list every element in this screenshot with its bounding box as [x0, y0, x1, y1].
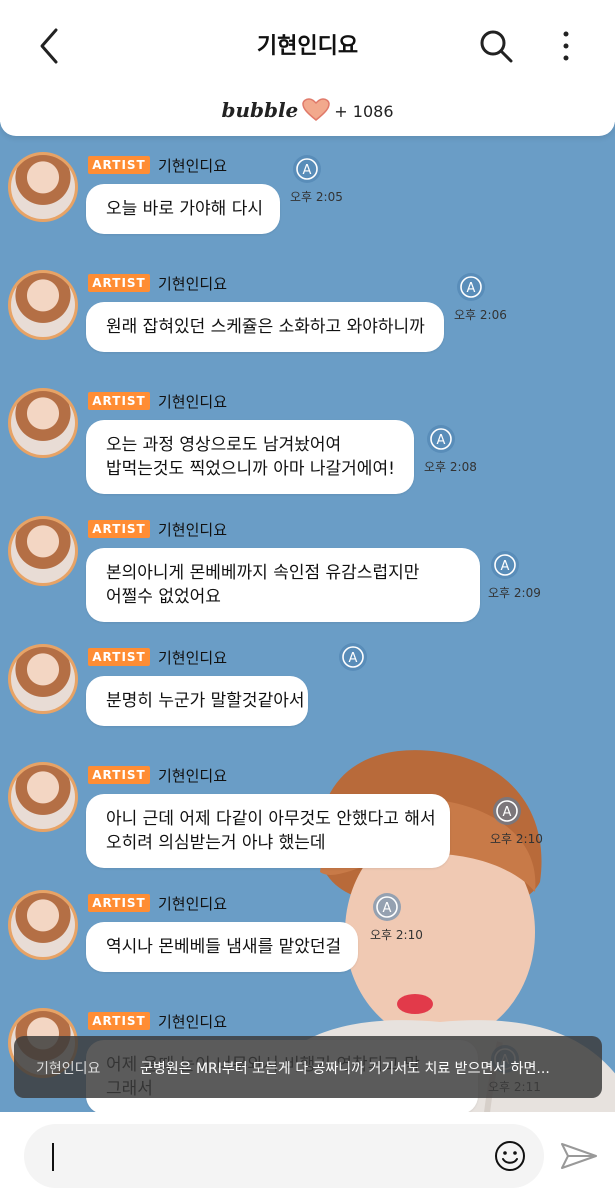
- translate-icon[interactable]: A: [492, 796, 522, 826]
- avatar[interactable]: [8, 890, 78, 960]
- message-row: ARTIST 기현인디요원래 잡혀있던 스케쥴은 소화하고 와야하니까 A 오후 2:…: [0, 258, 615, 378]
- timestamp: 오후 2:06: [454, 308, 507, 322]
- translate-icon[interactable]: A: [490, 550, 520, 580]
- artist-badge: ARTIST: [88, 156, 150, 174]
- translate-icon[interactable]: A: [372, 892, 402, 922]
- avatar-photo: [11, 765, 75, 829]
- svg-text:A: A: [501, 559, 510, 574]
- timestamp: 오후 2:05: [290, 190, 343, 204]
- artist-badge: ARTIST: [88, 1012, 150, 1030]
- avatar-photo: [11, 155, 75, 219]
- message-line: 원래 잡혀있던 스케쥴은 소화하고 와야하니까: [106, 317, 425, 337]
- avatar-photo: [11, 391, 75, 455]
- top-bar: 기현인디요 bubble + 1086: [0, 0, 615, 136]
- artist-badge: ARTIST: [88, 520, 150, 538]
- sender-name: 기현인디요: [158, 649, 228, 667]
- avatar-photo: [11, 647, 75, 711]
- text-cursor: [52, 1143, 54, 1171]
- avatar[interactable]: [8, 644, 78, 714]
- message-bubble[interactable]: 역시나 몬베베들 냄새를 맡았던걸: [86, 922, 358, 972]
- input-bar: [0, 1112, 615, 1200]
- avatar-photo: [11, 519, 75, 583]
- message-line: 분명히 누군가 말할것같아서: [106, 691, 305, 711]
- message-row: ARTIST 기현인디요역시나 몬베베들 냄새를 맡았던걸 A 오후 2:10: [0, 878, 615, 998]
- svg-text:A: A: [383, 901, 392, 916]
- bubble-count: + 1086: [334, 102, 394, 121]
- message-row: ARTIST 기현인디요분명히 누군가 말할것같아서 A: [0, 632, 615, 752]
- message-line: 오늘 바로 가야해 다시: [106, 199, 263, 219]
- message-row: ARTIST 기현인디요오늘 바로 가야해 다시 A 오후 2:05: [0, 140, 615, 260]
- artist-badge: ARTIST: [88, 392, 150, 410]
- svg-text:A: A: [503, 805, 512, 820]
- timestamp: 오후 2:09: [488, 586, 541, 600]
- timestamp: 오후 2:08: [424, 460, 477, 474]
- message-bubble[interactable]: 오는 과정 영상으로도 남겨놨어여밥먹는것도 찍었으니까 아마 나갈거에여!: [86, 420, 414, 494]
- avatar[interactable]: [8, 516, 78, 586]
- artist-badge: ARTIST: [88, 894, 150, 912]
- avatar[interactable]: [8, 762, 78, 832]
- svg-text:A: A: [303, 163, 312, 178]
- sender-name: 기현인디요: [158, 895, 228, 913]
- message-bubble[interactable]: 아니 근데 어제 다같이 아무것도 안했다고 해서오히려 의심받는거 아냐 했는…: [86, 794, 450, 868]
- message-bubble[interactable]: 분명히 누군가 말할것같아서: [86, 676, 308, 726]
- sender-name: 기현인디요: [158, 275, 228, 293]
- message-bubble[interactable]: 본의아니게 몬베베까지 속인점 유감스럽지만어쩔수 없었어요: [86, 548, 480, 622]
- translate-icon[interactable]: A: [338, 642, 368, 672]
- sender-name: 기현인디요: [158, 521, 228, 539]
- bubble-status: bubble + 1086: [0, 98, 615, 122]
- more-vertical-icon[interactable]: [556, 28, 576, 64]
- message-row: ARTIST 기현인디요오는 과정 영상으로도 남겨놨어여밥먹는것도 찍었으니까 …: [0, 376, 615, 496]
- message-line: 밥먹는것도 찍었으니까 아마 나갈거에여!: [106, 459, 395, 479]
- avatar-photo: [11, 273, 75, 337]
- heart-icon: [302, 98, 331, 121]
- sender-name: 기현인디요: [158, 157, 228, 175]
- page-title: 기현인디요: [256, 34, 359, 59]
- artist-badge: ARTIST: [88, 648, 150, 666]
- message-row: ARTIST 기현인디요본의아니게 몬베베까지 속인점 유감스럽지만어쩔수 없었어…: [0, 504, 615, 624]
- svg-text:A: A: [467, 281, 476, 296]
- message-line: 어쩔수 없었어요: [106, 587, 221, 607]
- artist-badge: ARTIST: [88, 766, 150, 784]
- bubble-logo: bubble: [221, 98, 299, 122]
- sender-name: 기현인디요: [158, 393, 228, 411]
- toast-message: 군병원은 MRI부터 모든게 다 공짜니까 거기서도 치료 받으면서 하면...: [140, 1061, 550, 1077]
- message-row: ARTIST 기현인디요아니 근데 어제 다같이 아무것도 안했다고 해서오히려 …: [0, 750, 615, 870]
- message-line: 오히려 의심받는거 아냐 했는데: [106, 833, 326, 853]
- notification-toast[interactable]: 기현인디요 군병원은 MRI부터 모든게 다 공짜니까 거기서도 치료 받으면서…: [14, 1036, 602, 1098]
- send-icon[interactable]: [560, 1140, 598, 1172]
- avatar-photo: [11, 893, 75, 957]
- chat-area[interactable]: ARTIST 기현인디요 오늘 바로 가야해 다시 A 오후 2:05 ARTIST 기현인…: [0, 122, 615, 1112]
- message-input[interactable]: [24, 1124, 544, 1188]
- translate-icon[interactable]: A: [456, 272, 486, 302]
- sender-name: 기현인디요: [158, 1013, 228, 1031]
- message-bubble[interactable]: 오늘 바로 가야해 다시: [86, 184, 280, 234]
- message-line: 아니 근데 어제 다같이 아무것도 안했다고 해서: [106, 809, 436, 829]
- toast-sender: 기현인디요: [36, 1061, 101, 1077]
- translate-icon[interactable]: A: [426, 424, 456, 454]
- svg-text:A: A: [349, 651, 358, 666]
- translate-icon[interactable]: A: [292, 154, 322, 184]
- message-line: 오는 과정 영상으로도 남겨놨어여: [106, 435, 342, 455]
- timestamp: 오후 2:10: [370, 928, 423, 942]
- emoji-icon[interactable]: [494, 1140, 526, 1172]
- timestamp: 오후 2:10: [490, 832, 543, 846]
- artist-badge: ARTIST: [88, 274, 150, 292]
- sender-name: 기현인디요: [158, 767, 228, 785]
- avatar[interactable]: [8, 152, 78, 222]
- svg-text:A: A: [437, 433, 446, 448]
- message-line: 본의아니게 몬베베까지 속인점 유감스럽지만: [106, 563, 420, 583]
- avatar[interactable]: [8, 388, 78, 458]
- avatar[interactable]: [8, 270, 78, 340]
- message-line: 역시나 몬베베들 냄새를 맡았던걸: [106, 937, 342, 957]
- message-bubble[interactable]: 원래 잡혀있던 스케쥴은 소화하고 와야하니까: [86, 302, 444, 352]
- search-icon[interactable]: [478, 28, 514, 64]
